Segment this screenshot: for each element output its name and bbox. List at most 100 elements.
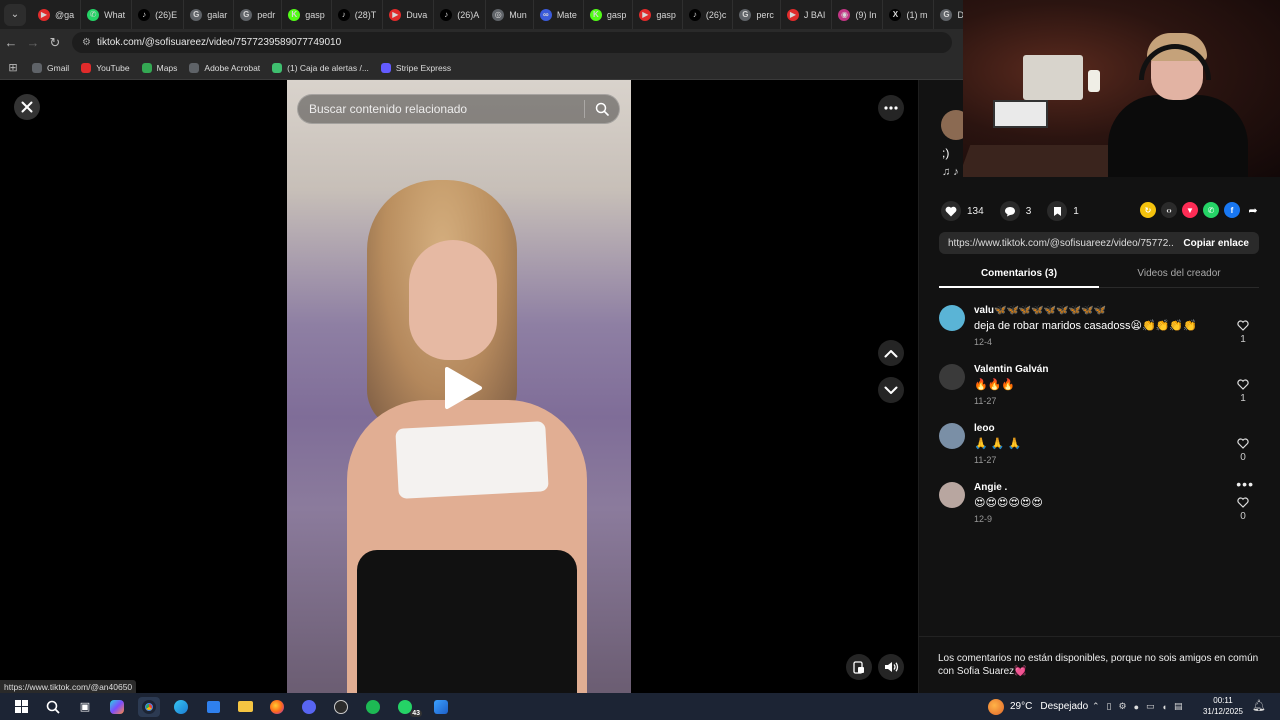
comment-item: Angie . 😍😍😍😍😍😍 12-9 0 ••• <box>939 476 1264 538</box>
browser-tab[interactable]: ♪ (26)c <box>683 0 734 29</box>
comment-action[interactable]: 3 <box>999 201 1031 221</box>
firefox-icon[interactable] <box>266 697 288 717</box>
copy-link-button[interactable]: Copiar enlace <box>1173 238 1259 249</box>
facebook-icon[interactable]: f <box>1224 202 1240 218</box>
task-view-icon[interactable]: ▣ <box>74 697 96 717</box>
copilot-icon[interactable] <box>106 697 128 717</box>
system-clock[interactable]: 00:11 31/12/2025 <box>1200 695 1246 717</box>
browser-tab[interactable]: ◉ (9) In <box>832 0 884 29</box>
browser-tab[interactable]: Kgasp <box>282 0 332 29</box>
comment-username[interactable]: Angie . <box>974 482 1007 493</box>
next-video-button[interactable] <box>878 377 904 403</box>
bookmark-item[interactable]: Gmail <box>32 62 69 73</box>
volume-button[interactable] <box>878 654 904 680</box>
file-explorer-icon[interactable] <box>234 697 256 717</box>
discord-icon[interactable] <box>298 697 320 717</box>
comment-more-icon[interactable]: ••• <box>1236 476 1254 492</box>
bookmark-favicon-icon <box>380 62 391 73</box>
previous-video-button[interactable] <box>878 340 904 366</box>
chrome-icon[interactable] <box>138 696 160 717</box>
bookmark-item[interactable]: Maps <box>141 62 177 73</box>
bookmark-item[interactable]: (1) Caja de alertas /... <box>272 62 369 73</box>
display-icon[interactable]: ▭ <box>1146 701 1155 712</box>
comment-username[interactable]: Valentin Galván <box>974 364 1048 375</box>
tab-title: perc <box>756 9 774 20</box>
network-icon[interactable]: ▤ <box>1174 701 1183 712</box>
browser-tab[interactable]: ◎ Mun <box>486 0 534 29</box>
comment-username[interactable]: leoo <box>974 423 995 434</box>
comment-avatar[interactable] <box>939 305 965 331</box>
speaker-icon[interactable]: ◖ <box>1162 702 1167 712</box>
bookmark-item[interactable]: Stripe Express <box>380 62 451 73</box>
bookmark-item[interactable]: Adobe Acrobat <box>189 62 260 73</box>
tab-title: gasp <box>606 9 627 20</box>
browser-tab[interactable]: Ggalar <box>184 0 235 29</box>
close-button[interactable] <box>14 94 40 120</box>
spotify-icon[interactable] <box>362 697 384 717</box>
editor-app-icon[interactable] <box>430 697 452 717</box>
browser-tab[interactable]: ♪ (28)T <box>332 0 384 29</box>
notification-bell-icon[interactable]: 🔔︎ <box>1252 699 1266 712</box>
save-action[interactable]: 1 <box>1047 201 1079 221</box>
reload-icon[interactable]: ↻ <box>44 35 66 51</box>
heart-outline-icon <box>1237 379 1249 390</box>
weather-widget[interactable]: 29°C Despejado <box>988 693 1088 720</box>
apps-grid-icon[interactable]: ⊞ <box>0 61 26 74</box>
tab-favicon-icon: ♪ <box>688 8 701 21</box>
share-link-text[interactable]: https://www.tiktok.com/@sofisuareez/vide… <box>939 238 1173 249</box>
store-icon[interactable] <box>202 697 224 717</box>
whatsapp-taskbar-icon[interactable]: 43 <box>394 697 422 717</box>
obs-icon[interactable] <box>330 697 352 717</box>
browser-tab[interactable]: ▶ gasp <box>633 0 683 29</box>
comment-avatar[interactable] <box>939 364 965 390</box>
music-label[interactable]: ♫ ♪ <box>942 166 959 178</box>
edge-icon[interactable] <box>170 697 192 717</box>
webcam-monitor <box>993 100 1048 128</box>
play-icon[interactable] <box>443 366 483 410</box>
related-search-input[interactable] <box>298 102 584 116</box>
bookmark-favicon-icon <box>189 62 200 73</box>
tab-favicon-icon: G <box>940 8 953 21</box>
browser-tab[interactable]: X (1) m <box>883 0 935 29</box>
taskbar-search-icon[interactable] <box>42 697 64 717</box>
browser-tab[interactable]: ✆ What <box>81 0 133 29</box>
forward-icon[interactable]: → <box>22 35 44 50</box>
microphone-icon[interactable]: ● <box>1134 702 1139 712</box>
embed-icon[interactable]: ‹› <box>1161 202 1177 218</box>
browser-tab[interactable]: ▶ @ga <box>32 0 82 29</box>
tab-creator-videos[interactable]: Videos del creador <box>1099 264 1259 287</box>
webcam-lamp <box>1088 70 1100 92</box>
save-count: 1 <box>1073 205 1079 217</box>
browser-tab[interactable]: ▶ Duva <box>383 0 435 29</box>
heart-outline-icon <box>1237 320 1249 331</box>
site-info-icon[interactable]: ⚙ <box>82 37 91 48</box>
app-tray-icon[interactable]: ⚙ <box>1119 701 1127 712</box>
browser-tab[interactable]: ♪ (26)E <box>132 0 185 29</box>
like-action[interactable]: 134 <box>941 201 984 221</box>
browser-tab[interactable]: ♪ (26)A <box>434 0 487 29</box>
tray-overflow-icon[interactable]: ⌃ <box>1092 701 1100 712</box>
usb-icon[interactable]: ▯ <box>1107 701 1112 712</box>
browser-tab[interactable]: ∞ Mate <box>534 0 584 29</box>
back-icon[interactable]: ← <box>0 35 22 50</box>
picture-in-picture-button[interactable] <box>846 654 872 680</box>
url-field[interactable]: ⚙ tiktok.com/@sofisuareez/video/75772395… <box>72 32 952 53</box>
browser-tab[interactable]: ▶ J BAI <box>781 0 833 29</box>
bookmark-item[interactable]: YouTube <box>81 62 130 73</box>
comment-avatar[interactable] <box>939 423 965 449</box>
start-icon[interactable] <box>10 697 32 717</box>
whatsapp-icon[interactable]: ✆ <box>1203 202 1219 218</box>
send-icon[interactable]: ▼ <box>1182 202 1198 218</box>
browser-tab[interactable]: Gperc <box>733 0 781 29</box>
more-options-button[interactable] <box>878 95 904 121</box>
comment-username[interactable]: valu🦋🦋🦋🦋🦋🦋🦋🦋🦋 <box>974 305 1106 316</box>
chevron-up-icon <box>884 349 898 357</box>
browser-tab[interactable]: Gpedr <box>234 0 283 29</box>
tab-search-menu-icon[interactable]: ⌄ <box>4 3 26 26</box>
share-arrow-icon[interactable]: ➦ <box>1245 202 1261 218</box>
repost-icon[interactable]: ↻ <box>1140 202 1156 218</box>
search-button[interactable] <box>585 94 619 124</box>
browser-tab[interactable]: Kgasp <box>584 0 634 29</box>
comment-avatar[interactable] <box>939 482 965 508</box>
tab-comments[interactable]: Comentarios (3) <box>939 264 1099 288</box>
